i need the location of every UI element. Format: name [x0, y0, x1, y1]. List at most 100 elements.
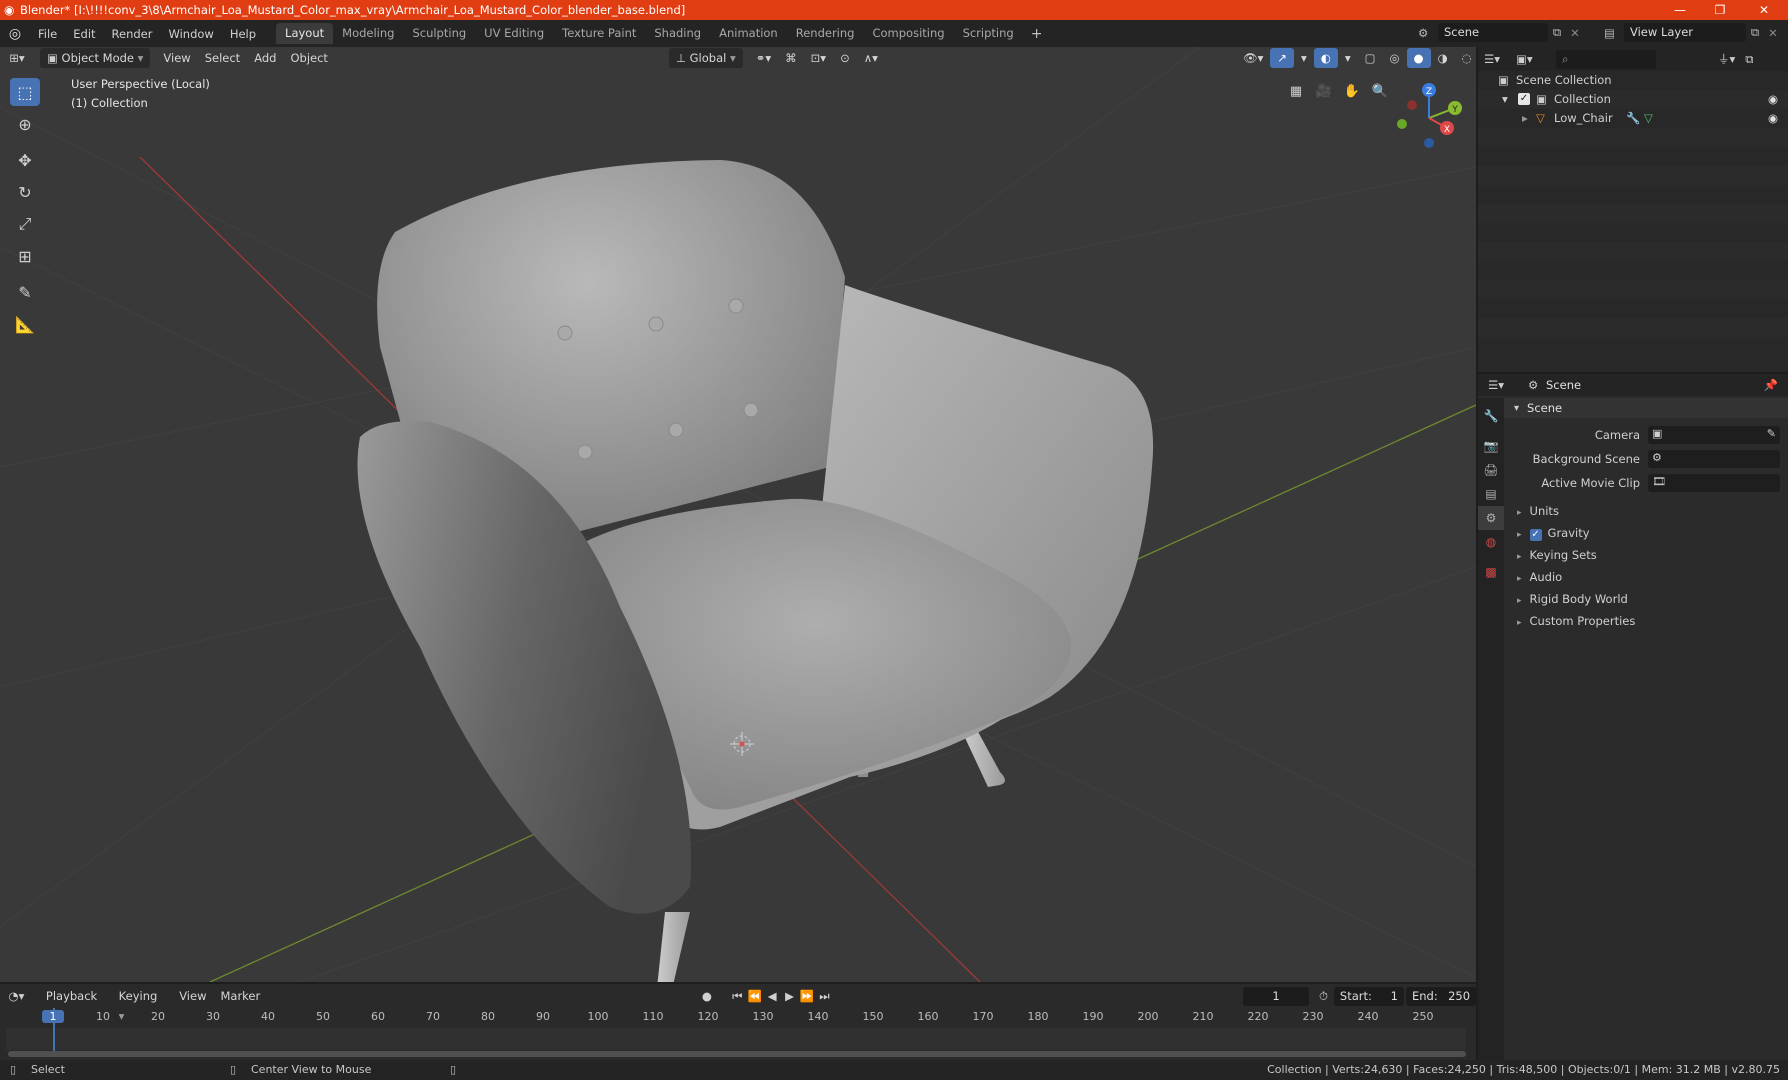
record-icon[interactable]: ● — [697, 989, 716, 1003]
visibility-icon[interactable]: 👁▾ — [1236, 48, 1270, 68]
xray-icon[interactable]: ▢ — [1358, 48, 1383, 68]
rotate-tool-icon[interactable]: ↻ — [10, 178, 40, 206]
scale-tool-icon[interactable]: ⤢ — [10, 210, 40, 238]
jump-end-icon[interactable]: ⏭ — [816, 989, 833, 1004]
new-scene-icon[interactable]: ⧉ — [1548, 25, 1566, 40]
timeline-editor-icon[interactable]: ◔▾ — [0, 989, 33, 1003]
material-shading-icon[interactable]: ◑ — [1431, 48, 1455, 68]
pan-hand-icon[interactable]: ✋ — [1340, 79, 1364, 103]
subpanel-audio[interactable]: ▸ Audio — [1517, 567, 1562, 587]
viewport-menu-add[interactable]: Add — [247, 48, 283, 68]
falloff-icon[interactable]: ∧▾ — [857, 48, 885, 68]
tab-compositing[interactable]: Compositing — [863, 23, 953, 44]
active-movie-clip-field[interactable]: 🎞 — [1648, 474, 1780, 492]
wireframe-shading-icon[interactable]: ◎ — [1383, 48, 1407, 68]
add-workspace-icon[interactable]: + — [1023, 26, 1051, 42]
subpanel-keying-sets[interactable]: ▸ Keying Sets — [1517, 545, 1597, 565]
scene-tab-icon[interactable]: ⚙ — [1478, 506, 1504, 530]
expand-arrow-icon[interactable]: ▾ — [1502, 90, 1508, 109]
subpanel-gravity[interactable]: ▸ ✓ Gravity — [1517, 523, 1590, 543]
viewport-menu-object[interactable]: Object — [283, 48, 334, 68]
timeline-frame-area[interactable] — [6, 1028, 1466, 1050]
move-tool-icon[interactable]: ✥ — [10, 146, 40, 174]
menu-help[interactable]: Help — [222, 23, 264, 45]
gizmo-toggle-icon[interactable]: ↗ — [1270, 48, 1295, 68]
stopwatch-icon[interactable]: ⏱ — [1319, 989, 1328, 1004]
new-collection-icon[interactable]: ⧉ — [1745, 52, 1753, 67]
orientation-gizmo[interactable]: Z Y X — [1392, 78, 1466, 152]
mode-dropdown[interactable]: ▣ Object Mode ▾ — [40, 48, 151, 68]
cursor-tool-icon[interactable]: ⊕ — [10, 110, 40, 138]
outliner-row-collection[interactable]: ▾ ✓ ▣ Collection ◉ — [1478, 90, 1788, 109]
new-view-layer-icon[interactable]: ⧉ — [1746, 25, 1764, 40]
current-frame-field[interactable]: 1 — [1243, 986, 1309, 1006]
texture-tab-icon[interactable]: ▩ — [1478, 560, 1504, 584]
jump-keyframe-back-icon[interactable]: ⏪ — [746, 989, 763, 1003]
expand-arrow-icon[interactable]: ▸ — [1522, 109, 1528, 128]
tab-modeling[interactable]: Modeling — [333, 23, 403, 44]
tool-tab-icon[interactable]: 🔧 — [1478, 404, 1504, 428]
editor-type-icon[interactable]: ⊞▾ — [0, 51, 34, 65]
overlay-dropdown-icon[interactable]: ▾ — [1338, 48, 1358, 68]
tab-scripting[interactable]: Scripting — [954, 23, 1023, 44]
viewport-menu-view[interactable]: View — [156, 48, 197, 68]
gravity-checkbox[interactable]: ✓ — [1529, 529, 1542, 541]
outliner-search-input[interactable]: ⌕ — [1556, 49, 1656, 69]
overlay-toggle-icon[interactable]: ◐ — [1313, 48, 1338, 68]
solid-shading-icon[interactable]: ● — [1406, 48, 1431, 68]
timeline-menu-playback[interactable]: Playback ▾ — [39, 986, 112, 1023]
rendered-shading-icon[interactable]: ◌ — [1455, 48, 1479, 68]
eyedropper-icon[interactable]: ✎ — [1767, 427, 1776, 440]
start-frame-field[interactable]: Start: 1 — [1333, 986, 1404, 1006]
select-box-tool-icon[interactable]: ⬚ — [10, 78, 40, 106]
blender-menu-icon[interactable]: ◎ — [0, 26, 30, 42]
filter-icon[interactable]: ⏚▾ — [1718, 51, 1735, 67]
view-layer-tab-icon[interactable]: ▤ — [1478, 482, 1504, 506]
gizmo-dropdown-icon[interactable]: ▾ — [1294, 48, 1314, 68]
menu-window[interactable]: Window — [160, 23, 221, 45]
close-icon[interactable]: ✕ — [1744, 0, 1784, 20]
restore-icon[interactable]: ❐ — [1700, 0, 1740, 20]
menu-file[interactable]: File — [30, 23, 65, 45]
render-tab-icon[interactable]: 📷 — [1478, 434, 1504, 458]
play-reverse-icon[interactable]: ◀ — [763, 989, 780, 1003]
zoom-icon[interactable]: 🔍 — [1368, 79, 1392, 103]
timeline-menu-marker[interactable]: Marker — [213, 986, 267, 1006]
scene-panel-header[interactable]: ▾ Scene — [1504, 398, 1788, 418]
subpanel-custom-properties[interactable]: ▸ Custom Properties — [1517, 611, 1635, 631]
jump-keyframe-forward-icon[interactable]: ⏩ — [798, 989, 815, 1003]
pivot-point-icon[interactable]: ⚭▾ — [749, 48, 778, 68]
collection-eye-icon[interactable]: ◉ — [1768, 90, 1778, 109]
scene-name-field[interactable]: Scene — [1438, 23, 1548, 42]
tab-rendering[interactable]: Rendering — [787, 23, 864, 44]
viewport-menu-select[interactable]: Select — [198, 48, 247, 68]
camera-icon[interactable]: 🎥 — [1312, 79, 1336, 103]
proportional-edit-icon[interactable]: ⊙ — [833, 48, 857, 68]
tab-sculpting[interactable]: Sculpting — [403, 23, 475, 44]
tab-uv-editing[interactable]: UV Editing — [475, 23, 553, 44]
subpanel-rigid-body-world[interactable]: ▸ Rigid Body World — [1517, 589, 1628, 609]
annotate-tool-icon[interactable]: ✎ — [10, 278, 40, 306]
view-layer-field[interactable]: View Layer — [1624, 23, 1746, 42]
outliner-editor-icon[interactable]: ☰▾ — [1484, 52, 1516, 66]
outliner-row-scene-collection[interactable]: ▣ Scene Collection — [1478, 71, 1788, 90]
background-scene-field[interactable]: ⚙ — [1648, 450, 1780, 468]
timeline-scrollbar[interactable] — [8, 1051, 1466, 1057]
remove-scene-icon[interactable]: ✕ — [1566, 26, 1584, 40]
transform-orientation-dropdown[interactable]: ⊥ Global ▾ — [668, 48, 743, 68]
measure-tool-icon[interactable]: 📐 — [10, 310, 40, 338]
tab-animation[interactable]: Animation — [710, 23, 787, 44]
world-tab-icon[interactable]: ◍ — [1478, 530, 1504, 554]
collection-checkbox[interactable]: ✓ — [1518, 93, 1530, 105]
end-frame-field[interactable]: End: 250 — [1405, 986, 1477, 1006]
outliner-row-low-chair[interactable]: ▸ ▽ Low_Chair 🔧 ▽ ◉ — [1478, 109, 1788, 128]
minimize-icon[interactable]: — — [1660, 0, 1700, 20]
camera-field[interactable]: ▣ ✎ — [1648, 426, 1780, 444]
jump-start-icon[interactable]: ⏮ — [729, 989, 746, 1004]
snap-target-icon[interactable]: ⊡▾ — [804, 48, 833, 68]
menu-render[interactable]: Render — [104, 23, 161, 45]
transform-tool-icon[interactable]: ⊞ — [10, 242, 40, 270]
display-mode-icon[interactable]: ▣▾ — [1516, 52, 1550, 66]
pin-icon[interactable]: 📌 — [1764, 378, 1778, 392]
play-icon[interactable]: ▶ — [781, 989, 798, 1003]
